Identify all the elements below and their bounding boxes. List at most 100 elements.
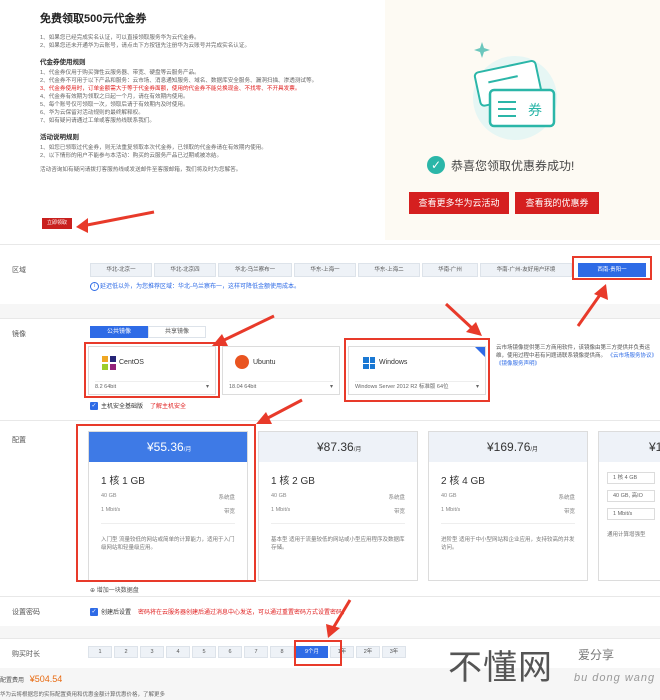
fee-note[interactable]: 华为云将根据您的实际配置费用和优惠金额计算优惠价格，了解更多 (0, 690, 165, 698)
host-security-checkbox[interactable]: ✓ (90, 401, 98, 410)
region-tab[interactable]: 华北-北京一 (90, 263, 152, 277)
plan-bw-row: 1 Mbit/s 带宽 (271, 507, 405, 515)
watermark-pinyin: bu dong wang (574, 672, 656, 684)
login-row: ✓ 创建后设置 密码将在云服务器创建后通过消息中心发送，可以通过重置密码方式设置… (90, 607, 348, 616)
custom-disk-select[interactable]: 40 GB, 高IO (607, 490, 655, 502)
region-tab[interactable]: 华北-北京四 (154, 263, 216, 277)
usage-line: 5、每个账号仅可领取一次，领取后请于有效期内及时使用。 (40, 102, 189, 108)
image-tip: 云市场镜像提供第三方商用软件，该镜像由第三方提供并负责运维，使用过程中若有问题请… (496, 344, 658, 368)
annotation-frame-plan (76, 424, 256, 582)
os-name: Ubuntu (253, 359, 276, 366)
region-tab[interactable]: 华东-上海一 (294, 263, 356, 277)
duration-option[interactable]: 3年 (382, 646, 406, 658)
success-message: 恭喜您领取优惠券成功! (451, 158, 575, 173)
login-checkbox[interactable]: ✓ (90, 607, 98, 616)
contact-text: 活动咨询如有疑问请拨打客服热线或发送邮件至客服邮箱，我们将及时为您解答。 (40, 167, 242, 173)
duration-option[interactable]: 7 (244, 646, 268, 658)
rules-intro-2: 2、如果您还未开通华为云账号，请点击下方按钮先注册华为云账号并完成实名认证。 (40, 43, 251, 49)
usage-line: 6、华为云保留对活动规则的最终解释权。 (40, 110, 144, 116)
plan-spec: 2 核 4 GB (441, 476, 485, 487)
rules-intro-1: 1、如果您已经完成实名认证，可以直接领取服务华为云代金券。 (40, 35, 200, 41)
plan-card-2c4g[interactable]: ¥169.76/月 2 核 4 GB 40 GB 系统盘 1 Mbit/s 带宽 进… (428, 431, 588, 581)
check-icon: ✓ (427, 156, 445, 174)
os-card-ubuntu[interactable]: Ubuntu 18.04 64bit (222, 346, 340, 395)
plan-spec: 1 核 2 GB (271, 476, 315, 487)
watermark-text: 不懂网 (448, 648, 553, 688)
spec-label: 配置 (12, 437, 26, 444)
ubuntu-icon (235, 355, 249, 369)
duration-option[interactable]: 1 (88, 646, 112, 658)
duration-option[interactable]: 2 (114, 646, 138, 658)
duration-option[interactable]: 2年 (356, 646, 380, 658)
fee-value: ¥504.54 (29, 674, 63, 684)
plan-price: ¥169.76/月 (429, 432, 587, 462)
svg-text:券: 券 (528, 103, 542, 119)
plan-card-custom[interactable]: ¥1 1 核 4 GB 40 GB, 高IO 1 Mbit/s 通用计算增强型 (598, 431, 660, 581)
host-security-link[interactable]: 了解主机安全 (150, 401, 186, 410)
plan-disk-row: 40 GB 系统盘 (441, 493, 575, 501)
custom-bw-select[interactable]: 1 Mbit/s (607, 508, 655, 520)
usage-line: 7、如有疑问请通过工单或客服热线联系我们。 (40, 118, 155, 124)
custom-cpu-select[interactable]: 1 核 4 GB (607, 472, 655, 484)
image-tab-public[interactable]: 公共镜像 (90, 326, 148, 338)
region-tab[interactable]: 华北-乌兰察布一 (218, 263, 292, 277)
annotation-arrow (576, 284, 608, 327)
plan-bw-row: 1 Mbit/s 带宽 (441, 507, 575, 515)
region-tab[interactable]: 华南-广州-友好用户环境 (480, 263, 572, 277)
login-label: 设置密码 (12, 609, 40, 616)
duration-option[interactable]: 3 (140, 646, 164, 658)
host-security-row: ✓ 主机安全基础版 了解主机安全 (90, 401, 186, 410)
annotation-arrow (326, 599, 352, 638)
plan-desc: 通用计算增强型 (607, 532, 646, 538)
success-row: ✓ 恭喜您领取优惠券成功! (427, 156, 574, 174)
annotation-frame-duration (294, 640, 342, 666)
annotation-arrow (212, 314, 275, 346)
region-tab[interactable]: 华东-上海二 (358, 263, 420, 277)
watermark-logo: 不懂网 爱分享 bu dong wang (448, 640, 660, 696)
fee-row: 配置费用 ¥504.54 (0, 674, 62, 684)
usage-line: 4、代金券有效期为领取之日起一个月，请在有效期内使用。 (40, 94, 189, 100)
plan-desc: 基本型 适用于流量较低的网站或小型应用程序及数据库存储。 (271, 523, 405, 552)
rules-heading: 活动说明规则 (40, 134, 79, 141)
plan-price: ¥87.36/月 (259, 432, 417, 462)
rules-line: 2、以下情形的用户不能参与本活动：购买的云服务产品已过期或被冻结。 (40, 153, 223, 159)
annotation-frame-region (572, 256, 652, 280)
region-notice: 延迟低以外，为您推荐区域：华北-乌兰察布一，这样可降低金额使用成本。 (90, 281, 300, 293)
plan-price: ¥1 (599, 432, 660, 462)
watermark-sub: 爱分享 (578, 648, 615, 662)
usage-line: 2、代金券不可用于以下产品和服务：云市场、消息通知服务、域名、数据库安全服务、漏… (40, 78, 318, 84)
plan-card-1c2g[interactable]: ¥87.36/月 1 核 2 GB 40 GB 系统盘 1 Mbit/s 带宽 基本… (258, 431, 418, 581)
rules-line: 1、如您已领取过代金券，则无法重复领取本次代金券，已领取的代金券请在有效期内使用… (40, 145, 267, 151)
annotation-arrow (256, 398, 303, 424)
usage-line: 3、代金券使用时，订单金额需大于等于代金券面额，使用的代金券不能兑换现金、不找零… (40, 86, 301, 92)
duration-option[interactable]: 6 (218, 646, 242, 658)
plan-disk-row: 40 GB 系统盘 (271, 493, 405, 501)
os-version-select[interactable]: 18.04 64bit (229, 381, 333, 393)
duration-option[interactable]: 5 (192, 646, 216, 658)
coupon-rules-panel: 免费领取500元代金券 1、如果您已经完成实名认证，可以直接领取服务华为云代金券… (0, 0, 385, 240)
coupon-success-panel: 券 ✓ 恭喜您领取优惠券成功! 查看更多华为云活动 查看我的优惠券 (385, 0, 660, 240)
fee-label: 配置费用 (0, 678, 25, 684)
duration-option[interactable]: 8 (270, 646, 294, 658)
more-activities-button[interactable]: 查看更多华为云活动 (409, 192, 509, 214)
plan-desc: 进阶型 适用于中小型网站和企业应用，支持较高的并发访问。 (441, 523, 575, 552)
annotation-arrow (76, 210, 155, 233)
duration-options: 1 2 3 4 5 6 7 8 9个月 1年 2年 3年 (88, 646, 406, 658)
coupon-ticket-icon: 券 (473, 42, 557, 140)
duration-label: 购买时长 (12, 651, 40, 658)
login-text: 创建后设置 (101, 610, 132, 616)
annotation-arrow (444, 302, 482, 336)
add-disk-button[interactable]: ⊕ 增加一块数据盘 (90, 585, 139, 594)
duration-option[interactable]: 4 (166, 646, 190, 658)
host-security-label: 主机安全基础版 (101, 404, 144, 410)
my-coupons-button[interactable]: 查看我的优惠券 (515, 192, 599, 214)
usage-heading: 代金券使用规则 (40, 59, 86, 66)
region-tab[interactable]: 华南-广州 (422, 263, 478, 277)
image-label: 镜像 (12, 331, 26, 338)
annotation-frame-windows (344, 338, 490, 402)
image-tab-shared[interactable]: 共享镜像 (148, 326, 206, 338)
usage-line: 1、代金券仅用于购买弹性云服务器、带宽、硬盘等云服务产品。 (40, 70, 200, 76)
rules-title: 免费领取500元代金券 (40, 13, 147, 25)
region-label: 区域 (12, 267, 26, 274)
claim-button[interactable]: 立即领取 (42, 218, 72, 229)
